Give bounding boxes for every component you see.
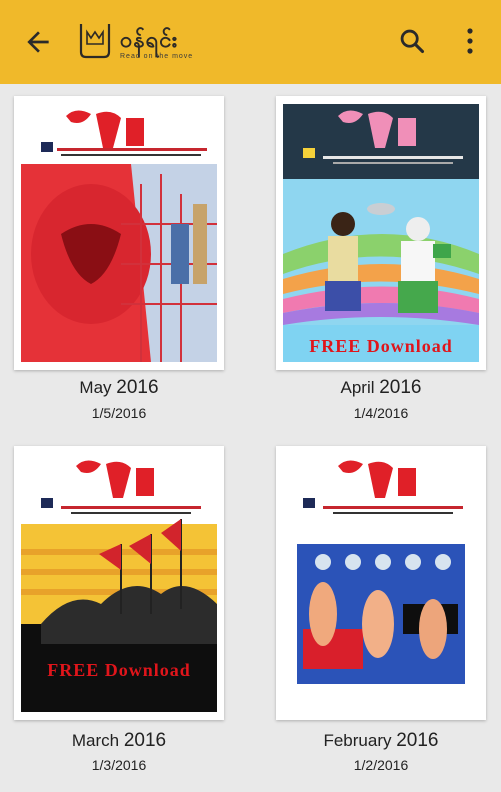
magazine-cover[interactable]: FREE Download	[21, 454, 217, 712]
free-download-label: FREE Download	[309, 336, 453, 356]
issue-title-february[interactable]: February 2016	[276, 730, 486, 752]
magazine-cover[interactable]	[21, 104, 217, 362]
magazine-cover[interactable]	[283, 454, 479, 712]
cover-art-image	[21, 104, 217, 362]
cover-art-image	[283, 104, 479, 362]
app-logo-icon	[79, 24, 111, 59]
issue-date-april: 1/4/2016	[353, 405, 409, 421]
magazine-card-april[interactable]: FREE Download	[276, 96, 486, 370]
more-vert-icon[interactable]	[458, 25, 482, 57]
arrow-back-icon[interactable]	[22, 26, 54, 58]
app-bar: ဝန်ရင်း Read on the move	[0, 0, 501, 84]
issue-title-may[interactable]: May 2016	[14, 377, 224, 399]
magazine-card-march[interactable]: FREE Download	[14, 446, 224, 720]
search-icon[interactable]	[398, 27, 426, 55]
magazine-card-may[interactable]	[14, 96, 224, 370]
issue-date-february: 1/2/2016	[353, 757, 409, 773]
cover-art-image	[283, 454, 479, 712]
magazine-card-february[interactable]	[276, 446, 486, 720]
issue-title-march[interactable]: March 2016	[14, 730, 224, 752]
magazine-cover[interactable]: FREE Download	[283, 104, 479, 362]
issue-title-april[interactable]: April 2016	[276, 377, 486, 399]
issue-date-march: 1/3/2016	[91, 757, 147, 773]
app-tagline: Read on the move	[120, 53, 194, 60]
issue-date-may: 1/5/2016	[91, 405, 147, 421]
free-download-label: FREE Download	[47, 660, 191, 680]
